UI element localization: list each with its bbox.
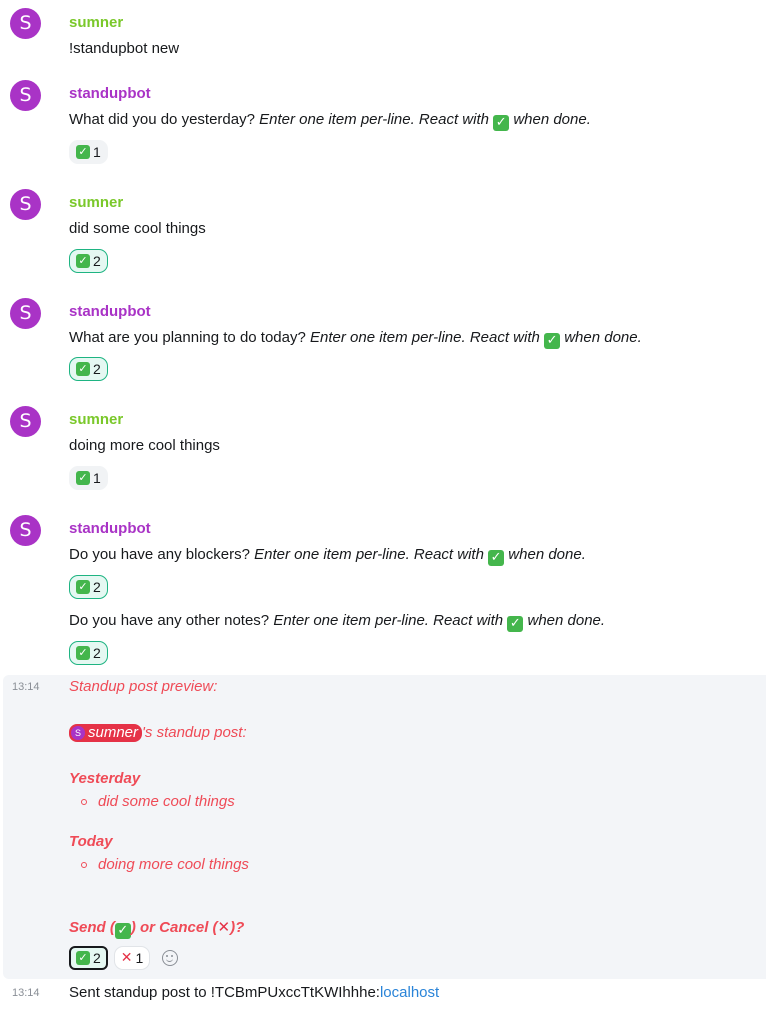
reaction-count: 1 xyxy=(93,144,101,160)
check-mark-icon: ✓ xyxy=(488,550,505,566)
message-text-plain: Do you have any other notes? xyxy=(69,612,270,629)
timestamp[interactable]: 13:14 xyxy=(12,681,40,693)
message-text-italic-end: when done. xyxy=(513,111,591,128)
check-mark-icon: ✓ xyxy=(493,115,510,131)
message-text: What are you planning to do today? Enter… xyxy=(69,329,642,349)
message-text-italic: Enter one item per-line. React with xyxy=(254,546,484,563)
message-text-plain: What did you do yesterday? xyxy=(69,111,255,128)
bullet-icon xyxy=(81,799,87,805)
standup-post-owner: Ssumner's standup post: xyxy=(69,724,247,742)
sent-confirmation: Sent standup post to !TCBmPUxccTtKWIhhhe… xyxy=(69,984,439,1001)
reaction-count: 2 xyxy=(93,950,101,966)
check-mark-icon: ✓ xyxy=(507,616,524,632)
reaction-count: 2 xyxy=(93,253,101,269)
sender-name[interactable]: sumner xyxy=(69,14,123,31)
reaction-check[interactable]: ✓ 1 xyxy=(69,140,108,164)
avatar[interactable]: S xyxy=(10,189,41,220)
message-text-italic-end: when done. xyxy=(564,329,642,346)
user-mention-pill[interactable]: Ssumner xyxy=(69,724,143,742)
check-mark-icon: ✓ xyxy=(76,951,90,965)
sender-name[interactable]: standupbot xyxy=(69,85,151,102)
mention-suffix: 's standup post: xyxy=(142,724,247,741)
sender-name[interactable]: standupbot xyxy=(69,520,151,537)
avatar[interactable]: S xyxy=(10,406,41,437)
avatar[interactable]: S xyxy=(10,80,41,111)
avatar[interactable]: S xyxy=(10,298,41,329)
message-text: doing more cool things xyxy=(69,437,220,454)
message-text-italic: Enter one item per-line. React with xyxy=(310,329,540,346)
check-mark-icon: ✓ xyxy=(76,254,90,268)
reaction-check[interactable]: ✓ 1 xyxy=(69,466,108,490)
message-text: What did you do yesterday? Enter one ite… xyxy=(69,111,591,131)
timestamp[interactable]: 13:14 xyxy=(12,987,40,999)
yesterday-item: did some cool things xyxy=(98,793,235,810)
reaction-check[interactable]: ✓ 2 xyxy=(69,357,108,381)
reaction-check[interactable]: ✓ 2 xyxy=(69,575,108,599)
cross-mark-icon: ✕ xyxy=(120,950,133,966)
message-text-italic-end: when done. xyxy=(508,546,586,563)
sender-name[interactable]: sumner xyxy=(69,411,123,428)
cross-mark-icon: ✕ xyxy=(217,918,231,936)
check-mark-icon: ✓ xyxy=(544,333,561,349)
check-mark-icon: ✓ xyxy=(76,580,90,594)
yesterday-heading: Yesterday xyxy=(69,770,141,787)
preview-heading: Standup post preview: xyxy=(69,678,218,695)
server-link[interactable]: localhost xyxy=(380,984,439,1001)
check-mark-icon: ✓ xyxy=(114,923,131,939)
bullet-icon xyxy=(81,862,87,868)
message-text-plain: What are you planning to do today? xyxy=(69,329,306,346)
reaction-send[interactable]: ✓ 2 xyxy=(69,946,108,970)
mention-avatar: S xyxy=(71,726,85,740)
avatar[interactable]: S xyxy=(10,515,41,546)
reaction-cancel[interactable]: ✕ 1 xyxy=(113,946,151,970)
check-mark-icon: ✓ xyxy=(76,145,90,159)
mention-name: sumner xyxy=(88,724,139,741)
send-cancel-prompt: Send (✓) or Cancel (✕)? xyxy=(69,918,245,939)
message-text-italic-end: when done. xyxy=(527,612,606,629)
sent-text: Sent standup post to !TCBmPUxccTtKWIhhhe… xyxy=(69,984,380,1001)
avatar[interactable]: S xyxy=(10,8,41,39)
message-text: !standupbot new xyxy=(69,40,180,57)
reaction-count: 2 xyxy=(93,579,101,595)
message-text: Do you have any blockers? Enter one item… xyxy=(69,546,586,566)
message-text-2: Do you have any other notes? Enter one i… xyxy=(69,612,605,632)
sender-name[interactable]: sumner xyxy=(69,194,123,211)
message-text-italic: Enter one item per-line. React with xyxy=(273,612,504,629)
reaction-count: 2 xyxy=(93,361,101,377)
reaction-count: 1 xyxy=(93,470,101,486)
message-text-plain: Do you have any blockers? xyxy=(69,546,250,563)
add-reaction-icon[interactable] xyxy=(162,950,179,966)
reaction-check-2[interactable]: ✓ 2 xyxy=(69,641,108,665)
message-text-italic: Enter one item per-line. React with xyxy=(259,111,489,128)
preview-reactions: ✓ 2 ✕ 1 xyxy=(69,946,179,970)
today-item: doing more cool things xyxy=(98,856,249,873)
check-mark-icon: ✓ xyxy=(76,471,90,485)
check-mark-icon: ✓ xyxy=(76,646,90,660)
reaction-check[interactable]: ✓ 2 xyxy=(69,249,108,273)
check-mark-icon: ✓ xyxy=(76,362,90,376)
reaction-count: 2 xyxy=(93,645,101,661)
reaction-count: 1 xyxy=(135,950,144,966)
message-text: did some cool things xyxy=(69,220,206,237)
today-heading: Today xyxy=(69,833,113,850)
sender-name[interactable]: standupbot xyxy=(69,303,151,320)
